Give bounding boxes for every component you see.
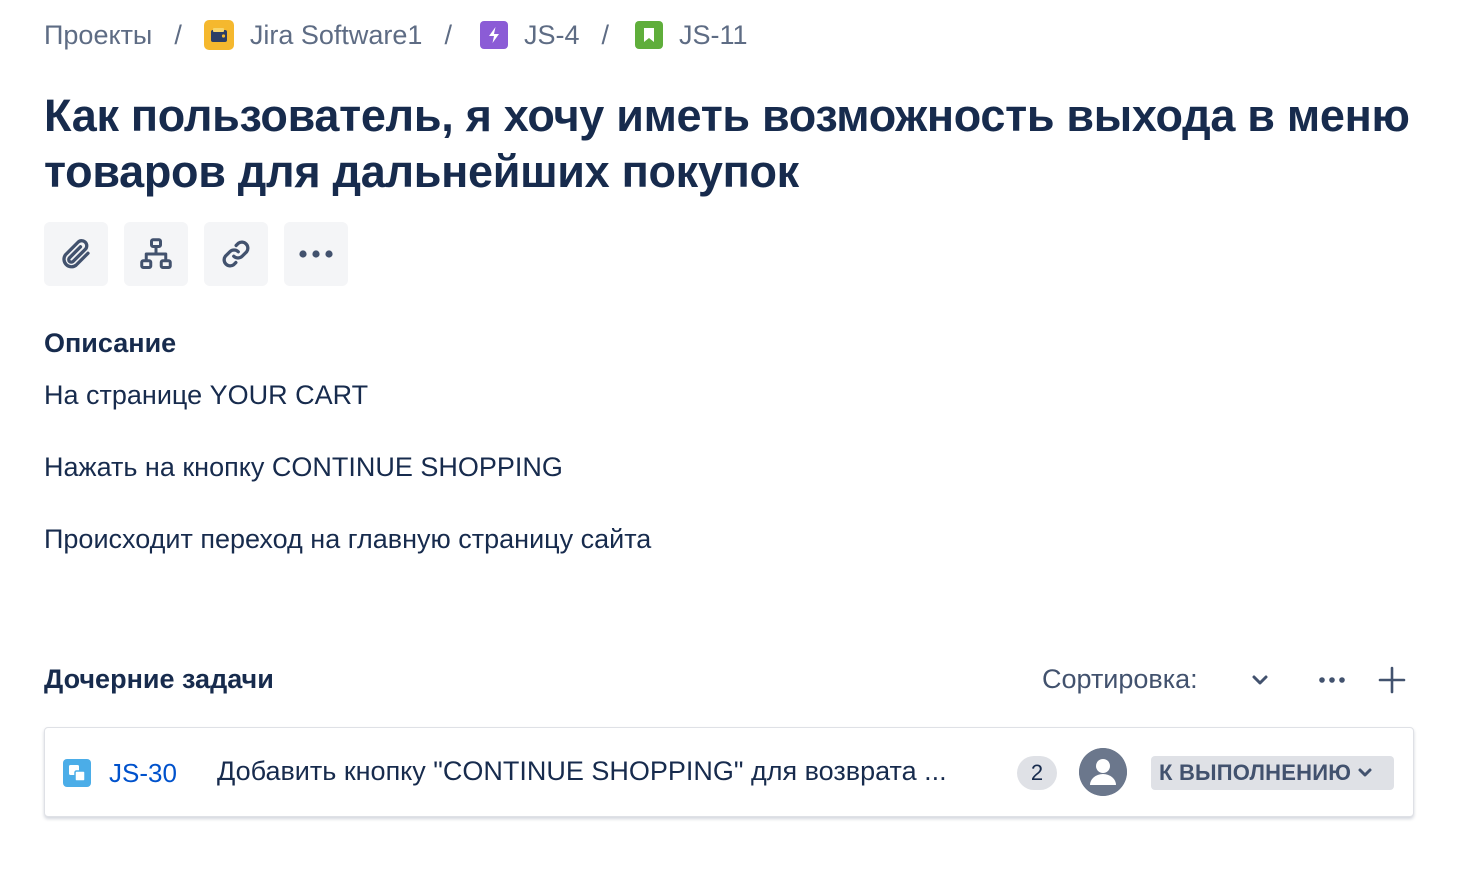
breadcrumb-epic-label: JS-4 [523, 19, 580, 50]
plus-icon [1378, 666, 1406, 694]
subtask-icon [63, 759, 91, 787]
add-child-issue-button[interactable] [1374, 662, 1410, 698]
breadcrumb-project-label: Jira Software1 [249, 19, 423, 50]
link-icon [222, 240, 250, 268]
project-avatar-icon [203, 20, 234, 50]
breadcrumb-projects-label: Проекты [44, 19, 153, 50]
more-actions-button[interactable] [284, 222, 348, 286]
paperclip-icon [62, 239, 90, 269]
user-icon [1079, 748, 1127, 796]
child-issue-row[interactable]: JS-30 Добавить кнопку "CONTINUE SHOPPING… [44, 727, 1414, 817]
story-icon [635, 21, 663, 49]
sort-label: Сортировка: [1042, 664, 1198, 694]
child-issue-key[interactable]: JS-30 [109, 758, 177, 789]
issue-page: Проекты / Jira Software1 / JS-4 / JS-11 … [0, 0, 1466, 892]
breadcrumb-separator: / [444, 19, 452, 50]
breadcrumb-epic[interactable]: JS-4 [479, 19, 580, 51]
status-label: К ВЫПОЛНЕНИЮ [1159, 760, 1352, 785]
child-issues-heading: Дочерние задачи [44, 664, 274, 694]
child-issue-summary[interactable]: Добавить кнопку "CONTINUE SHOPPING" для … [217, 756, 997, 787]
breadcrumb-project[interactable]: Jira Software1 [203, 19, 423, 51]
breadcrumb-story[interactable]: JS-11 [635, 20, 748, 51]
attach-button[interactable] [44, 222, 108, 286]
breadcrumb-separator: / [174, 19, 182, 50]
description-heading: Описание [44, 328, 177, 358]
more-icon [299, 250, 333, 258]
sort-dropdown-button[interactable] [1242, 662, 1278, 698]
add-child-issue-button[interactable] [124, 222, 188, 286]
breadcrumb: Проекты / Jira Software1 / JS-4 / JS-11 [44, 16, 748, 54]
chevron-down-icon [1357, 767, 1373, 779]
breadcrumb-separator: / [601, 19, 609, 50]
hierarchy-icon [140, 238, 172, 269]
issue-toolbar [44, 222, 348, 286]
epic-icon [479, 21, 508, 49]
breadcrumb-projects[interactable]: Проекты [44, 20, 152, 51]
link-issue-button[interactable] [204, 222, 268, 286]
more-icon [1319, 677, 1345, 683]
description-line[interactable]: Нажать на кнопку CONTINUE SHOPPING [44, 452, 563, 483]
assignee-avatar[interactable] [1079, 748, 1127, 796]
issue-title[interactable]: Как пользователь, я хочу иметь возможнос… [44, 88, 1424, 200]
description-line[interactable]: Происходит переход на главную страницу с… [44, 524, 651, 555]
chevron-down-icon [1252, 675, 1268, 685]
status-dropdown[interactable]: К ВЫПОЛНЕНИЮ [1151, 756, 1394, 790]
breadcrumb-story-label: JS-11 [679, 19, 748, 50]
story-points-badge: 2 [1017, 756, 1057, 790]
child-issues-more-button[interactable] [1314, 662, 1350, 698]
description-line[interactable]: На странице YOUR CART [44, 380, 368, 411]
